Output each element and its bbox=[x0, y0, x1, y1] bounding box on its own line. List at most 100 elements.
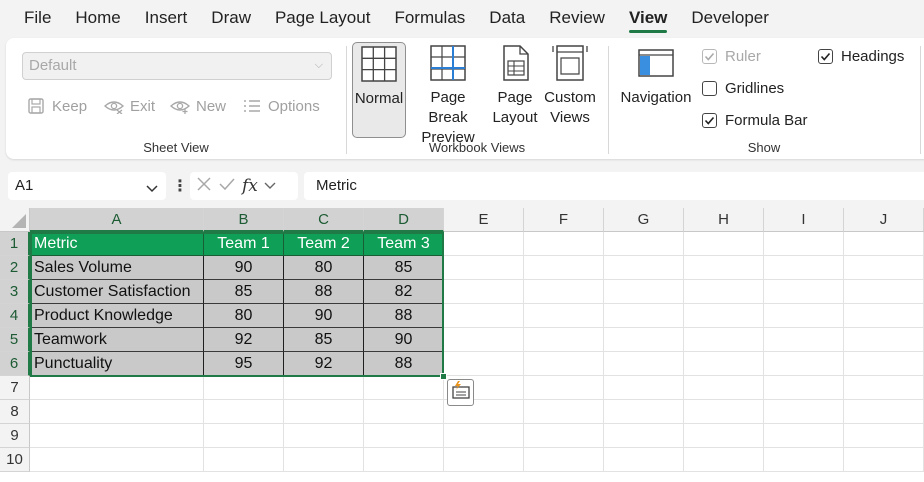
table-cell[interactable]: Punctuality bbox=[30, 352, 204, 376]
table-cell[interactable]: 90 bbox=[364, 328, 444, 352]
empty-cell[interactable] bbox=[364, 448, 444, 472]
empty-cell[interactable] bbox=[524, 352, 604, 376]
table-cell[interactable]: Sales Volume bbox=[30, 256, 204, 280]
table-cell[interactable]: 80 bbox=[284, 256, 364, 280]
fill-handle[interactable] bbox=[440, 373, 447, 380]
empty-cell[interactable] bbox=[844, 256, 924, 280]
empty-cell[interactable] bbox=[204, 400, 284, 424]
column-header-f[interactable]: F bbox=[524, 208, 604, 232]
menu-formulas[interactable]: Formulas bbox=[382, 0, 477, 36]
empty-cell[interactable] bbox=[684, 352, 764, 376]
table-cell[interactable]: 88 bbox=[364, 352, 444, 376]
menu-page-layout[interactable]: Page Layout bbox=[263, 0, 382, 36]
empty-cell[interactable] bbox=[844, 328, 924, 352]
table-cell[interactable]: Product Knowledge bbox=[30, 304, 204, 328]
row-header-10[interactable]: 10 bbox=[0, 448, 30, 472]
table-cell[interactable]: Teamwork bbox=[30, 328, 204, 352]
row-header-1[interactable]: 1 bbox=[0, 232, 30, 256]
empty-cell[interactable] bbox=[684, 424, 764, 448]
empty-cell[interactable] bbox=[284, 424, 364, 448]
empty-cell[interactable] bbox=[684, 304, 764, 328]
empty-cell[interactable] bbox=[444, 280, 524, 304]
table-cell[interactable]: 85 bbox=[284, 328, 364, 352]
empty-cell[interactable] bbox=[524, 376, 604, 400]
column-header-d[interactable]: D bbox=[364, 208, 444, 232]
page-layout-view-button[interactable]: Page Layout bbox=[490, 42, 540, 128]
gridlines-checkbox[interactable]: Gridlines bbox=[702, 80, 784, 97]
empty-cell[interactable] bbox=[764, 352, 844, 376]
table-cell[interactable]: 85 bbox=[364, 256, 444, 280]
empty-cell[interactable] bbox=[444, 304, 524, 328]
empty-cell[interactable] bbox=[204, 424, 284, 448]
empty-cell[interactable] bbox=[764, 232, 844, 256]
table-cell[interactable]: 92 bbox=[284, 352, 364, 376]
empty-cell[interactable] bbox=[844, 280, 924, 304]
empty-cell[interactable] bbox=[524, 304, 604, 328]
empty-cell[interactable] bbox=[604, 376, 684, 400]
select-all-corner[interactable] bbox=[0, 208, 30, 232]
row-header-2[interactable]: 2 bbox=[0, 256, 30, 280]
menu-insert[interactable]: Insert bbox=[133, 0, 200, 36]
empty-cell[interactable] bbox=[604, 328, 684, 352]
column-header-g[interactable]: G bbox=[604, 208, 684, 232]
formula-input[interactable]: Metric bbox=[304, 172, 924, 200]
empty-cell[interactable] bbox=[844, 376, 924, 400]
empty-cell[interactable] bbox=[284, 376, 364, 400]
empty-cell[interactable] bbox=[524, 448, 604, 472]
page-break-preview-button[interactable]: Page Break Preview bbox=[410, 42, 486, 148]
navigation-button[interactable]: Navigation bbox=[618, 42, 694, 108]
column-header-c[interactable]: C bbox=[284, 208, 364, 232]
empty-cell[interactable] bbox=[524, 424, 604, 448]
menu-review[interactable]: Review bbox=[537, 0, 617, 36]
empty-cell[interactable] bbox=[364, 376, 444, 400]
column-header-b[interactable]: B bbox=[204, 208, 284, 232]
enter-check-icon[interactable] bbox=[218, 176, 236, 197]
menu-developer[interactable]: Developer bbox=[679, 0, 781, 36]
chevron-down-icon[interactable] bbox=[264, 177, 276, 195]
exit-button[interactable]: Exit bbox=[104, 94, 155, 118]
empty-cell[interactable] bbox=[284, 448, 364, 472]
table-cell[interactable]: 82 bbox=[364, 280, 444, 304]
empty-cell[interactable] bbox=[524, 232, 604, 256]
empty-cell[interactable] bbox=[604, 448, 684, 472]
menu-data[interactable]: Data bbox=[477, 0, 537, 36]
empty-cell[interactable] bbox=[684, 400, 764, 424]
empty-cell[interactable] bbox=[844, 304, 924, 328]
formula-bar-checkbox[interactable]: Formula Bar bbox=[702, 112, 808, 129]
empty-cell[interactable] bbox=[844, 400, 924, 424]
new-button[interactable]: New bbox=[170, 94, 226, 118]
empty-cell[interactable] bbox=[204, 448, 284, 472]
table-cell[interactable]: 88 bbox=[364, 304, 444, 328]
empty-cell[interactable] bbox=[844, 448, 924, 472]
empty-cell[interactable] bbox=[284, 400, 364, 424]
empty-cell[interactable] bbox=[524, 400, 604, 424]
empty-cell[interactable] bbox=[684, 328, 764, 352]
header-cell[interactable]: Team 2 bbox=[284, 232, 364, 256]
row-header-8[interactable]: 8 bbox=[0, 400, 30, 424]
row-header-7[interactable]: 7 bbox=[0, 376, 30, 400]
column-header-e[interactable]: E bbox=[444, 208, 524, 232]
column-header-i[interactable]: I bbox=[764, 208, 844, 232]
empty-cell[interactable] bbox=[684, 448, 764, 472]
insert-function-icon[interactable]: fx bbox=[242, 176, 258, 196]
empty-cell[interactable] bbox=[764, 280, 844, 304]
row-header-3[interactable]: 3 bbox=[0, 280, 30, 304]
menu-file[interactable]: File bbox=[12, 0, 63, 36]
empty-cell[interactable] bbox=[364, 424, 444, 448]
table-cell[interactable]: 92 bbox=[204, 328, 284, 352]
menu-draw[interactable]: Draw bbox=[199, 0, 263, 36]
empty-cell[interactable] bbox=[764, 376, 844, 400]
header-cell[interactable]: Team 1 bbox=[204, 232, 284, 256]
empty-cell[interactable] bbox=[30, 376, 204, 400]
empty-cell[interactable] bbox=[604, 400, 684, 424]
custom-views-button[interactable]: Custom Views bbox=[542, 42, 598, 128]
empty-cell[interactable] bbox=[764, 424, 844, 448]
empty-cell[interactable] bbox=[764, 400, 844, 424]
keep-button[interactable]: Keep bbox=[26, 94, 87, 118]
table-cell[interactable]: 88 bbox=[284, 280, 364, 304]
options-button[interactable]: Options bbox=[242, 94, 320, 118]
empty-cell[interactable] bbox=[604, 256, 684, 280]
empty-cell[interactable] bbox=[524, 256, 604, 280]
empty-cell[interactable] bbox=[604, 352, 684, 376]
normal-view-button[interactable]: Normal bbox=[352, 42, 406, 138]
